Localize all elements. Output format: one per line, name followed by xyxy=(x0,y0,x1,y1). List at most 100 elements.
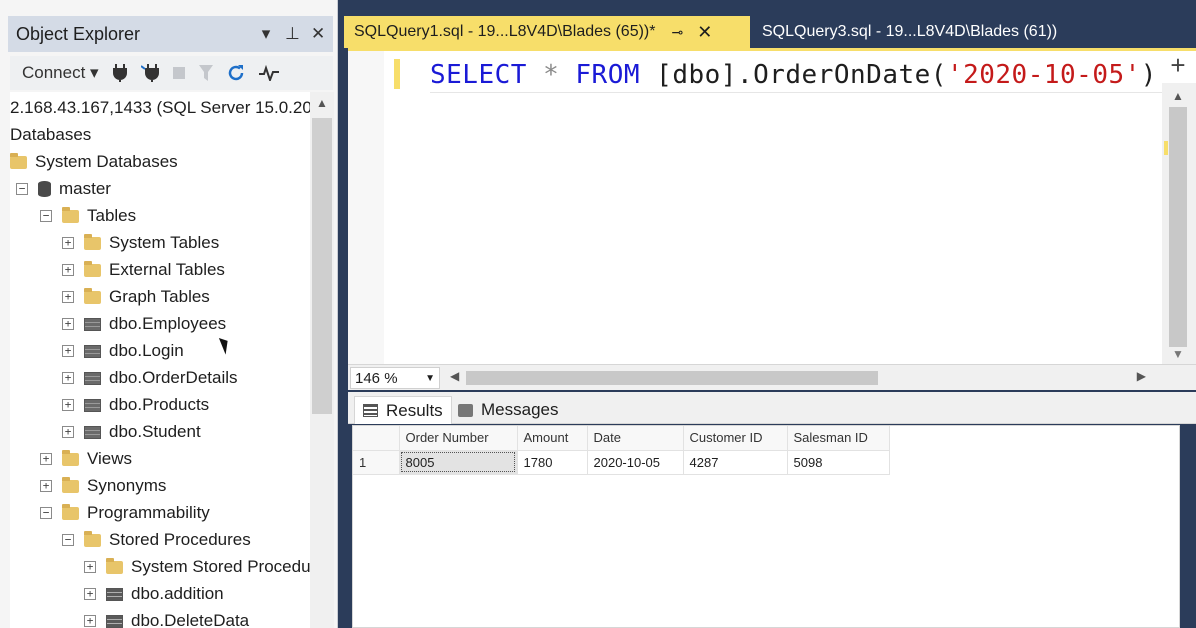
query-editor[interactable]: SELECT * FROM [dbo].OrderOnDate( '2020-1… xyxy=(348,48,1196,367)
expand-icon[interactable]: + xyxy=(62,426,74,438)
filter-icon[interactable] xyxy=(198,65,213,81)
tree-node[interactable]: − Tables xyxy=(40,203,136,229)
row-number[interactable]: 1 xyxy=(353,450,400,475)
collapse-icon[interactable]: − xyxy=(40,507,52,519)
change-marker xyxy=(1164,141,1168,155)
tree-node[interactable]: + System Stored Procedu xyxy=(84,554,310,580)
document-tabs: SQLQuery1.sql - 19...L8V4D\Blades (65))*… xyxy=(344,16,1196,48)
tree-node[interactable]: + dbo.OrderDetails xyxy=(62,365,238,391)
table-icon xyxy=(84,398,101,412)
editor-gutter xyxy=(348,51,384,364)
expand-icon[interactable]: + xyxy=(40,480,52,492)
database-icon xyxy=(38,181,51,197)
expand-icon[interactable]: + xyxy=(62,237,74,249)
tree-node[interactable]: + Synonyms xyxy=(40,473,166,499)
expand-icon[interactable]: + xyxy=(84,561,96,573)
messages-tab-label: Messages xyxy=(481,400,559,419)
column-header[interactable]: Salesman ID xyxy=(787,426,890,451)
row-header-corner[interactable] xyxy=(353,426,400,451)
folder-icon xyxy=(62,476,79,493)
expand-icon[interactable]: + xyxy=(84,615,96,627)
tree-node[interactable]: + dbo.DeleteData xyxy=(84,608,249,628)
tree-node-label: Databases xyxy=(10,125,92,144)
stop-icon[interactable] xyxy=(172,67,185,79)
editor-vertical-scrollbar[interactable]: ▲ ▼ xyxy=(1162,83,1196,367)
grid-cell[interactable]: 5098 xyxy=(787,450,890,475)
panel-dropdown-icon[interactable]: ▾ xyxy=(259,24,273,44)
editor-scroll-thumb[interactable] xyxy=(1169,107,1187,347)
column-header[interactable]: Order Number xyxy=(399,426,518,451)
tree-node[interactable]: + External Tables xyxy=(62,257,225,283)
tree-node[interactable]: − Programmability xyxy=(40,500,210,526)
change-indicator xyxy=(394,59,400,89)
tree-node-label: System Databases xyxy=(35,152,178,171)
grid-cell[interactable]: 8005 xyxy=(399,450,518,475)
split-editor-icon[interactable]: + xyxy=(1164,51,1192,81)
expand-icon[interactable]: + xyxy=(62,318,74,330)
grid-cell[interactable]: 4287 xyxy=(683,450,788,475)
tree-node[interactable]: − Stored Procedures xyxy=(62,527,251,553)
tree-node[interactable]: − master xyxy=(16,176,111,202)
tree-node-label: dbo.Student xyxy=(109,422,201,441)
grid-cell[interactable]: 2020-10-05 xyxy=(587,450,684,475)
expand-icon[interactable]: + xyxy=(62,291,74,303)
tree-node-label: Stored Procedures xyxy=(109,530,251,549)
tree-node[interactable]: + dbo.Student xyxy=(62,419,201,445)
results-grid: Order Number Amount Date Customer ID Sal… xyxy=(353,426,890,475)
connect-plug-icon[interactable] xyxy=(112,64,127,82)
disconnect-icon[interactable] xyxy=(140,64,159,82)
code-line[interactable]: SELECT * FROM [dbo].OrderOnDate( '2020-1… xyxy=(430,57,1163,93)
results-tab-label: Results xyxy=(386,400,443,420)
tab-close-icon[interactable]: ✕ xyxy=(697,22,712,43)
expand-icon[interactable]: + xyxy=(40,453,52,465)
horizontal-scroll-thumb[interactable] xyxy=(466,371,878,385)
object-explorer-scrollbar[interactable]: ▲ xyxy=(310,92,334,628)
tab-messages[interactable]: Messages xyxy=(450,396,566,424)
tree-node[interactable]: + Views xyxy=(40,446,132,472)
refresh-icon[interactable] xyxy=(227,64,245,82)
expand-icon[interactable]: + xyxy=(62,372,74,384)
tree-node[interactable]: Databases xyxy=(10,122,91,148)
folder-icon xyxy=(84,530,101,547)
column-header[interactable]: Date xyxy=(587,426,684,451)
scroll-left-arrow-icon[interactable]: ◀ xyxy=(450,369,459,383)
tree-node[interactable]: + dbo.Products xyxy=(62,392,209,418)
scroll-up-arrow-icon[interactable]: ▲ xyxy=(1172,89,1184,103)
expand-icon[interactable]: + xyxy=(62,264,74,276)
tree-node[interactable]: + System Tables xyxy=(62,230,219,256)
collapse-icon[interactable]: − xyxy=(40,210,52,222)
pin-icon[interactable]: ⊥ xyxy=(285,24,300,44)
connect-button[interactable]: Connect ▾ xyxy=(22,63,99,83)
tree-node[interactable]: + Graph Tables xyxy=(62,284,210,310)
tab-sqlquery3[interactable]: SQLQuery3.sql - 19...L8V4D\Blades (61)) xyxy=(752,16,1196,48)
expand-icon[interactable]: + xyxy=(62,345,74,357)
folder-icon xyxy=(106,557,123,574)
scrollbar-thumb[interactable] xyxy=(312,118,332,414)
grid-cell[interactable]: 1780 xyxy=(517,450,588,475)
string-literal: '2020-10-05' xyxy=(946,59,1141,90)
collapse-icon[interactable]: − xyxy=(16,183,28,195)
tab-results[interactable]: Results xyxy=(354,396,452,424)
folder-icon xyxy=(84,233,101,250)
tree-node[interactable]: + dbo.Login xyxy=(62,338,184,364)
close-panel-icon[interactable]: ✕ xyxy=(311,24,325,44)
table-row[interactable]: 1 8005 1780 2020-10-05 4287 5098 xyxy=(353,450,890,475)
keyword-from: FROM xyxy=(575,59,641,90)
activity-monitor-icon[interactable] xyxy=(258,65,279,81)
scroll-up-arrow-icon[interactable]: ▲ xyxy=(316,96,328,110)
chevron-down-icon: ▼ xyxy=(425,372,435,384)
tree-node[interactable]: System Databases xyxy=(10,149,178,175)
collapse-icon[interactable]: − xyxy=(62,534,74,546)
tab-pin-icon[interactable]: ⊸ xyxy=(671,24,683,41)
column-header[interactable]: Amount xyxy=(517,426,588,451)
tree-node[interactable]: 2.168.43.167,1433 (SQL Server 15.0.20 xyxy=(10,95,310,121)
tab-sqlquery1[interactable]: SQLQuery1.sql - 19...L8V4D\Blades (65))*… xyxy=(344,16,750,48)
scroll-down-arrow-icon[interactable]: ▼ xyxy=(1172,347,1184,361)
expand-icon[interactable]: + xyxy=(84,588,96,600)
column-header[interactable]: Customer ID xyxy=(683,426,788,451)
zoom-dropdown[interactable]: 146 % ▼ xyxy=(350,367,440,389)
tree-node[interactable]: + dbo.addition xyxy=(84,581,224,607)
expand-icon[interactable]: + xyxy=(62,399,74,411)
tree-node[interactable]: + dbo.Employees xyxy=(62,311,226,337)
scroll-right-arrow-icon[interactable]: ▶ xyxy=(1137,369,1146,383)
